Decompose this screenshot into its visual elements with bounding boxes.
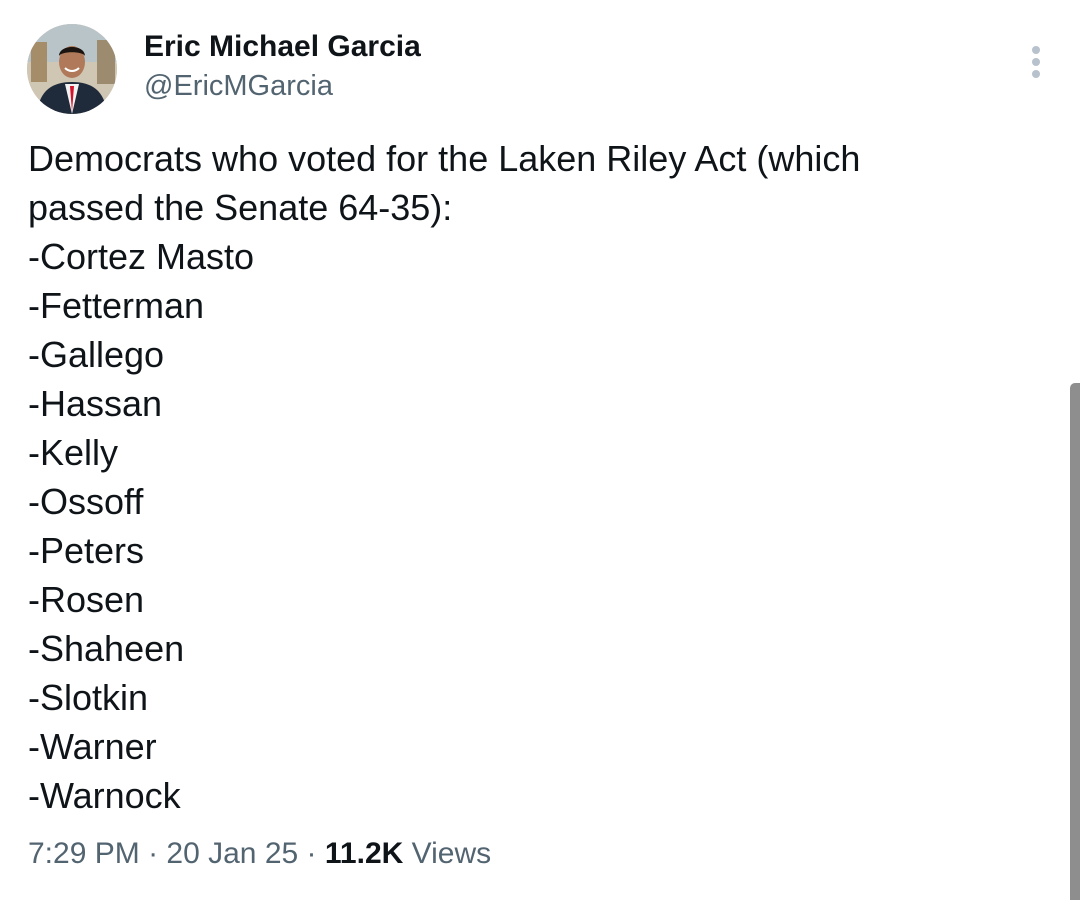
author-display-name[interactable]: Eric Michael Garcia — [144, 30, 421, 64]
senator-list-item: -Ossoff — [28, 481, 144, 522]
views-count: 11.2K — [324, 837, 404, 870]
views-label: Views — [411, 837, 492, 870]
tweet-card: Eric Michael Garcia @EricMGarcia Democra… — [0, 0, 1080, 900]
meta-separator: · — [306, 837, 317, 870]
more-vertical-icon-dot — [1032, 70, 1040, 78]
senator-list-item: -Hassan — [28, 383, 163, 424]
senator-list-item: -Cortez Masto — [28, 236, 255, 277]
senator-list-item: -Fetterman — [28, 285, 205, 326]
tweet-text: Democrats who voted for the Laken Riley … — [28, 134, 1048, 820]
senator-list-item: -Gallego — [28, 334, 165, 375]
senator-list-item: -Warnock — [28, 775, 181, 816]
more-vertical-icon-dot — [1032, 58, 1040, 66]
senator-list-item: -Slotkin — [28, 677, 149, 718]
senator-list-item: -Kelly — [28, 432, 119, 473]
tweet-date[interactable]: 20 Jan 25 — [166, 837, 298, 870]
author-handle[interactable]: @EricMGarcia — [144, 69, 421, 103]
senator-list-item: -Rosen — [28, 579, 145, 620]
tweet-meta: 7:29 PM · 20 Jan 25 · 11.2K Views — [28, 834, 491, 874]
tweet-time[interactable]: 7:29 PM — [28, 837, 140, 870]
avatar[interactable] — [27, 24, 117, 114]
avatar-photo-icon — [27, 24, 117, 114]
tweet-header: Eric Michael Garcia @EricMGarcia — [27, 24, 421, 114]
more-vertical-icon — [1032, 46, 1040, 54]
tweet-intro-line: Democrats who voted for the Laken Riley … — [28, 138, 861, 179]
more-options-button[interactable] — [1021, 42, 1051, 82]
meta-separator: · — [148, 837, 159, 870]
senator-list-item: -Warner — [28, 726, 157, 767]
scrollbar-thumb[interactable] — [1070, 383, 1080, 900]
senator-list-item: -Shaheen — [28, 628, 185, 669]
senator-list-item: -Peters — [28, 530, 145, 571]
author-names: Eric Michael Garcia @EricMGarcia — [144, 30, 421, 103]
tweet-intro-line: passed the Senate 64-35): — [28, 187, 453, 228]
